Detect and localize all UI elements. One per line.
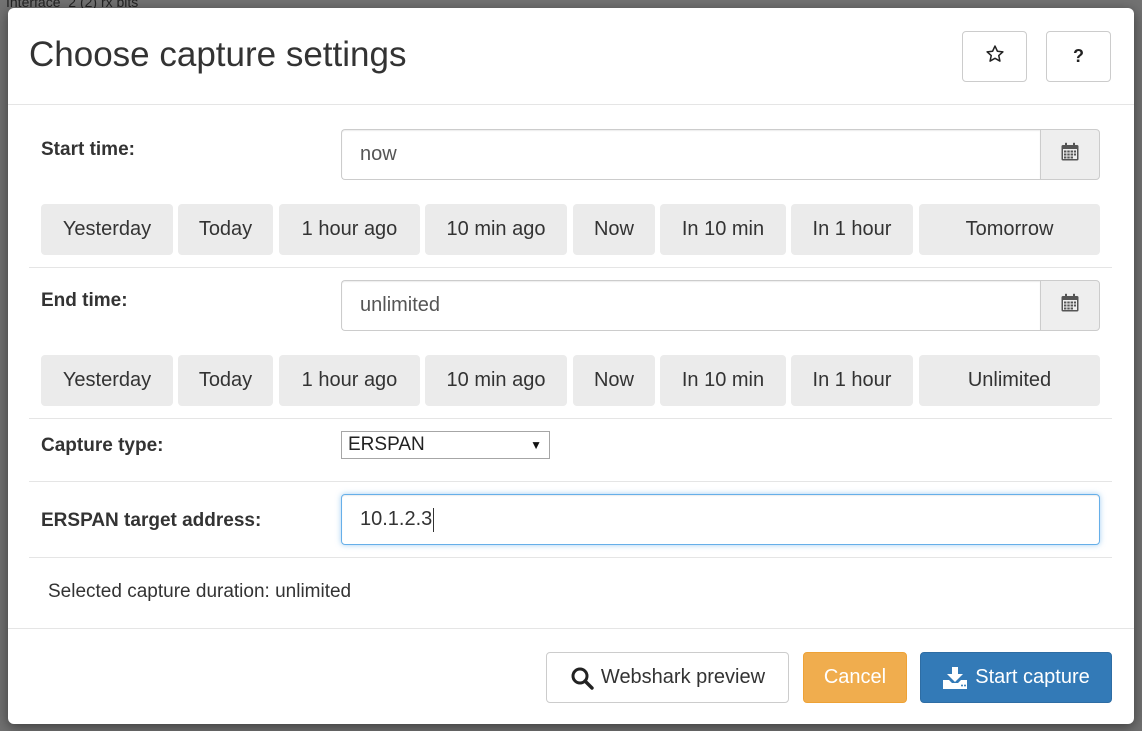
calendar-icon [1060,293,1080,318]
end-in-1-hour-button[interactable]: In 1 hour [791,355,913,406]
calendar-icon [1060,142,1080,167]
end-time-input[interactable]: unlimited [341,280,1040,331]
end-10-min-ago-button[interactable]: 10 min ago [425,355,567,406]
start-tomorrow-button[interactable]: Tomorrow [919,204,1100,255]
start-capture-label: Start capture [975,666,1090,688]
end-today-button[interactable]: Today [178,355,273,406]
favorite-button[interactable] [962,31,1027,82]
end-time-group: unlimited [341,280,1100,331]
start-today-button[interactable]: Today [178,204,273,255]
erspan-target-value: 10.1.2.3 [360,508,433,530]
dialog-footer: Webshark preview Cancel Start capture [8,628,1134,724]
start-time-calendar-button[interactable] [1040,129,1100,180]
start-in-10-min-button[interactable]: In 10 min [660,204,786,255]
cancel-button[interactable]: Cancel [803,652,907,703]
start-1-hour-ago-button[interactable]: 1 hour ago [279,204,420,255]
start-capture-button[interactable]: Start capture [920,652,1112,703]
webshark-preview-button[interactable]: Webshark preview [546,652,789,703]
webshark-preview-label: Webshark preview [600,666,766,688]
start-time-group: now [341,129,1100,180]
star-icon [985,44,1005,69]
end-1-hour-ago-button[interactable]: 1 hour ago [279,355,420,406]
erspan-target-input[interactable]: 10.1.2.3 [341,494,1100,545]
start-time-input[interactable]: now [341,129,1040,180]
capture-type-label: Capture type: [41,435,164,456]
end-time-label: End time: [41,290,128,311]
capture-type-selected-value: ERSPAN [348,434,425,455]
dialog-title: Choose capture settings [29,35,407,74]
end-unlimited-button[interactable]: Unlimited [919,355,1100,406]
erspan-target-label: ERSPAN target address: [41,510,262,531]
end-yesterday-button[interactable]: Yesterday [41,355,173,406]
start-time-label: Start time: [41,139,135,160]
divider [29,481,1112,482]
start-10-min-ago-button[interactable]: 10 min ago [425,204,567,255]
start-yesterday-button[interactable]: Yesterday [41,204,173,255]
dialog-header: Choose capture settings ? [8,8,1134,105]
download-icon [942,666,968,690]
capture-duration-text: Selected capture duration: unlimited [48,581,352,602]
start-now-button[interactable]: Now [573,204,655,255]
search-icon [570,666,594,690]
divider [29,557,1112,558]
start-in-1-hour-button[interactable]: In 1 hour [791,204,913,255]
end-time-calendar-button[interactable] [1040,280,1100,331]
end-in-10-min-button[interactable]: In 10 min [660,355,786,406]
capture-type-select[interactable]: ERSPAN ▼ [341,431,550,459]
chevron-down-icon: ▼ [530,438,542,452]
divider [29,267,1112,268]
help-button[interactable]: ? [1046,31,1111,82]
divider [29,418,1112,419]
end-now-button[interactable]: Now [573,355,655,406]
capture-settings-dialog: Choose capture settings ? Start time: no… [8,8,1134,724]
text-cursor [433,507,435,532]
